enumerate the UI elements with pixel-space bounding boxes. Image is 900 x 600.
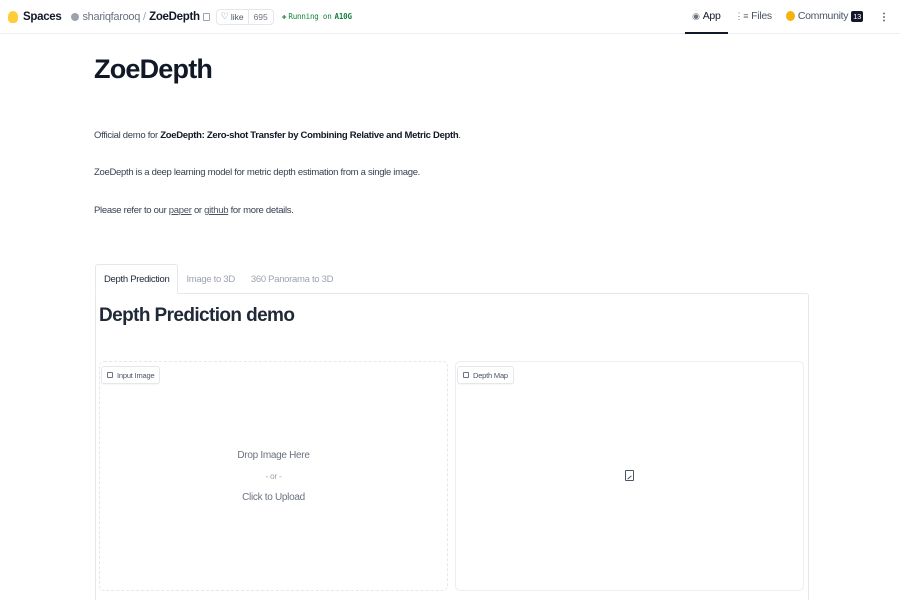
intro-line-refer: Please refer to our paper or github for … [94, 205, 294, 216]
or-text: - or - [265, 470, 282, 481]
intro-line-official: Official demo for ZoeDepth: Zero-shot Tr… [94, 130, 461, 141]
status-badge[interactable]: ✚ Running on A10G [282, 12, 352, 21]
tab-depth-prediction[interactable]: Depth Prediction [95, 264, 179, 294]
files-icon: ⋮≡ [734, 10, 749, 21]
status-text: Running on [288, 12, 332, 21]
tab-image-to-3d[interactable]: Image to 3D [178, 264, 242, 294]
path-separator: / [143, 10, 147, 23]
depth-map-output: Depth Map [455, 361, 804, 591]
intro-line-description: ZoeDepth is a deep learning model for me… [94, 167, 421, 178]
input-image-dropzone[interactable]: Drop Image Here - or - Click to Upload I… [99, 361, 448, 591]
spaces-link[interactable]: Spaces [23, 11, 62, 23]
drop-text: Drop Image Here [237, 449, 310, 461]
image-icon [463, 372, 469, 378]
status-hardware: A10G [334, 12, 352, 21]
intro-line-official-prefix: Official demo for [94, 130, 161, 141]
intro-refer-mid: or [191, 205, 205, 216]
depth-map-label-text: Depth Map [473, 370, 508, 380]
community-count-badge: 13 [851, 10, 863, 22]
github-link[interactable]: github [204, 205, 228, 216]
intro-line-official-suffix: . [458, 130, 461, 141]
nav-tab-files-label: Files [751, 10, 772, 22]
top-bar: Spaces shariqfarooq / ZoeDepth ♡ like 69… [0, 0, 900, 34]
intro-refer-suffix: for more details. [228, 205, 294, 216]
like-label: like [230, 11, 244, 22]
input-image-label: Input Image [101, 366, 161, 384]
tab-360-panorama-to-3d[interactable]: 360 Panorama to 3D [243, 264, 341, 294]
nav-tab-community[interactable]: Community 13 [779, 0, 870, 34]
nav-tab-app[interactable]: ◉ App [685, 0, 728, 34]
owner-link[interactable]: shariqfarooq [82, 11, 140, 23]
copy-icon[interactable] [202, 12, 210, 21]
upload-area[interactable]: Drop Image Here - or - Click to Upload [100, 362, 447, 590]
depth-map-label: Depth Map [457, 366, 514, 384]
repo-link[interactable]: ZoeDepth [149, 11, 200, 23]
paper-title: ZoeDepth: Zero-shot Transfer by Combinin… [160, 130, 459, 141]
image-placeholder-icon [624, 470, 634, 481]
intro-refer-prefix: Please refer to our [94, 205, 169, 216]
nav-tab-files[interactable]: ⋮≡ Files [728, 0, 779, 34]
spaces-logo-icon[interactable] [8, 10, 18, 23]
kebab-menu-icon[interactable]: ⋮ [876, 0, 892, 34]
community-icon [785, 11, 795, 21]
app-icon: ◉ [692, 10, 700, 21]
paper-link[interactable]: paper [169, 205, 192, 216]
demo-title: Depth Prediction demo [99, 305, 295, 326]
like-button[interactable]: ♡ like 695 [215, 8, 274, 25]
image-icon [107, 372, 113, 378]
heart-icon: ♡ [220, 11, 229, 21]
tab-bar: Depth Prediction Image to 3D 360 Panoram… [95, 264, 341, 294]
nav-tab-community-label: Community [797, 10, 849, 22]
input-image-label-text: Input Image [117, 370, 155, 380]
nav-tab-app-label: App [702, 10, 721, 22]
page-title: ZoeDepth [94, 54, 213, 84]
bolt-icon: ✚ [281, 12, 287, 21]
like-count[interactable]: 695 [247, 9, 273, 24]
upload-text: Click to Upload [242, 491, 305, 503]
owner-avatar[interactable] [71, 12, 80, 21]
